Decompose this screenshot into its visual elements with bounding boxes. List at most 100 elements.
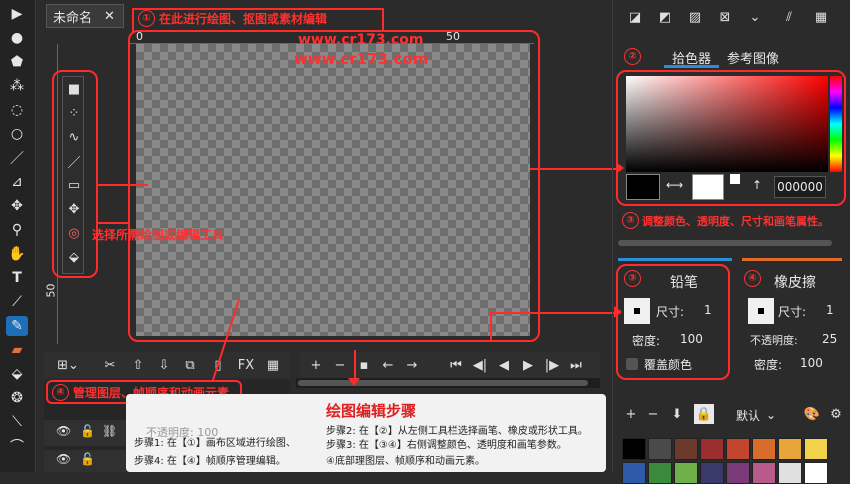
eraser-density-value[interactable]: 100	[800, 356, 823, 370]
palette-swatch[interactable]	[778, 438, 802, 460]
palette-swatch[interactable]	[700, 438, 724, 460]
swap-colors-icon[interactable]: ⟷	[666, 178, 683, 192]
palette-swatch[interactable]	[674, 462, 698, 484]
palette-swatch[interactable]	[804, 438, 828, 460]
zoom-icon[interactable]: ⚲	[6, 220, 28, 240]
select-icon[interactable]: ▶	[6, 4, 28, 24]
clear-icon[interactable]: ⊠	[714, 6, 736, 28]
secondary-color-swatch[interactable]	[692, 174, 724, 200]
hex-input[interactable]: 000000	[774, 176, 826, 198]
ellipse-select-icon[interactable]: ●	[6, 28, 28, 48]
shape-select-icon[interactable]: ⬟	[6, 52, 28, 72]
lock-icon-2[interactable]: 🔓	[80, 452, 95, 466]
palette-swatch[interactable]	[648, 438, 672, 460]
grid-icon[interactable]: ▦	[810, 6, 832, 28]
brush-line-icon[interactable]: ／	[64, 151, 84, 171]
text-tool-icon[interactable]: T	[6, 268, 28, 288]
palette-swatch[interactable]	[804, 462, 828, 484]
flip-v-icon[interactable]: ◩	[654, 6, 676, 28]
timeline-scrollbar[interactable]	[296, 378, 600, 388]
frame-remove-icon[interactable]: −	[330, 355, 350, 375]
pencil-density-value[interactable]: 100	[680, 332, 703, 346]
palette-swatch[interactable]	[700, 462, 724, 484]
tab-color-picker[interactable]: 拾色器	[664, 44, 720, 68]
palette-settings-icon[interactable]: ⚙	[826, 404, 846, 424]
smudge-icon[interactable]: ❂	[6, 388, 28, 408]
palette-swatch[interactable]	[622, 438, 646, 460]
move-up-icon[interactable]: ⇧	[128, 355, 148, 375]
duplicate-icon[interactable]: ⧉	[180, 355, 200, 375]
crop-icon[interactable]: ⊿	[6, 172, 28, 192]
palette-icon[interactable]: 🎨	[802, 404, 822, 424]
filmstrip-icon[interactable]: ▦	[262, 355, 284, 375]
arrow-up-icon[interactable]: ↑	[752, 178, 762, 192]
lock-icon[interactable]: 🔓	[80, 424, 95, 438]
lasso-icon[interactable]: ◌	[6, 100, 28, 120]
last-frame-icon[interactable]: ⏭	[566, 355, 586, 375]
palette-swatch[interactable]	[726, 462, 750, 484]
fill-bucket-icon[interactable]: ⬙	[6, 364, 28, 384]
play-back-icon[interactable]: ◀	[494, 355, 514, 375]
more-dropdown-icon[interactable]: ⌄	[744, 6, 766, 28]
first-frame-icon[interactable]: ⏮	[446, 355, 466, 375]
tab-reference-image[interactable]: 参考图像	[719, 44, 787, 68]
frame-right-icon[interactable]: →	[402, 355, 422, 375]
mini-swatch-icon[interactable]	[730, 174, 740, 184]
hue-slider[interactable]	[830, 76, 842, 172]
play-icon[interactable]: ▶	[518, 355, 538, 375]
move-icon[interactable]: ✥	[6, 196, 28, 216]
layer-opacity[interactable]: 不透明度: 100	[146, 424, 218, 440]
palette-swatch[interactable]	[622, 462, 646, 484]
link-icon[interactable]: ⛓	[102, 424, 117, 438]
palette-dropdown[interactable]: 默认 ⌄	[736, 405, 798, 425]
close-icon[interactable]: ✕	[104, 9, 115, 24]
frame-copy-icon[interactable]: ▪	[354, 355, 374, 375]
pencil-size-value[interactable]: 1	[704, 303, 712, 317]
move-down-icon[interactable]: ⇩	[154, 355, 174, 375]
palette-swatch[interactable]	[648, 462, 672, 484]
curve-icon[interactable]: ⌒	[6, 436, 28, 456]
color-gradient[interactable]	[626, 76, 828, 172]
next-frame-icon[interactable]: |▶	[542, 355, 562, 375]
eye-icon-2[interactable]: 👁	[56, 452, 71, 466]
palette-remove-icon[interactable]: −	[644, 404, 662, 424]
draw-line-icon[interactable]: ⟍	[6, 412, 28, 432]
eraser-opacity-value[interactable]: 25	[822, 332, 837, 346]
brush-lasso-icon[interactable]: ∿	[64, 127, 84, 147]
eraser-tool-icon[interactable]: ▰	[6, 340, 28, 360]
panel-scrollbar[interactable]	[618, 240, 832, 246]
prev-frame-icon[interactable]: ◀|	[470, 355, 490, 375]
rotate-icon[interactable]: ▨	[684, 6, 706, 28]
eye-icon[interactable]: 👁	[56, 424, 71, 438]
eraser-brush-preview[interactable]	[748, 298, 774, 324]
brush-fill-icon[interactable]: ⬙	[64, 247, 84, 267]
pencil-brush-preview[interactable]	[624, 298, 650, 324]
palette-lock-icon[interactable]: 🔒	[694, 404, 714, 424]
brush-square-icon[interactable]: ■	[64, 79, 84, 99]
document-tab[interactable]: 未命名 ✕	[46, 4, 124, 28]
hand-icon[interactable]: ✋	[6, 244, 28, 264]
fx-icon[interactable]: FX	[236, 355, 256, 375]
palette-add-icon[interactable]: +	[622, 404, 640, 424]
primary-color-swatch[interactable]	[626, 174, 660, 200]
brush-move-icon[interactable]: ✥	[64, 199, 84, 219]
magic-wand-icon[interactable]: ⁂	[6, 76, 28, 96]
brush-spray-icon[interactable]: ⁘	[64, 103, 84, 123]
palette-swatch[interactable]	[752, 438, 776, 460]
eraser-size-value[interactable]: 1	[826, 303, 834, 317]
brush-rect-icon[interactable]: ▭	[64, 175, 84, 195]
cut-icon[interactable]: ✂	[100, 355, 120, 375]
palette-swatch[interactable]	[778, 462, 802, 484]
brush-stamp-icon[interactable]: ◎	[64, 223, 84, 243]
frame-add-icon[interactable]: +	[306, 355, 326, 375]
line-tool-icon[interactable]: ／	[6, 148, 28, 168]
palette-swatch[interactable]	[752, 462, 776, 484]
frame-left-icon[interactable]: ←	[378, 355, 398, 375]
cover-color-checkbox[interactable]	[626, 358, 638, 370]
pencil-tool-icon[interactable]: ✎	[6, 316, 28, 336]
eyedropper-icon[interactable]: ⟋	[6, 292, 28, 312]
oval-lasso-icon[interactable]: ○	[6, 124, 28, 144]
symmetry-icon[interactable]: ⫽	[778, 6, 800, 28]
layer-add-menu-icon[interactable]: ⊞⌄	[54, 355, 82, 375]
palette-swatch[interactable]	[674, 438, 698, 460]
